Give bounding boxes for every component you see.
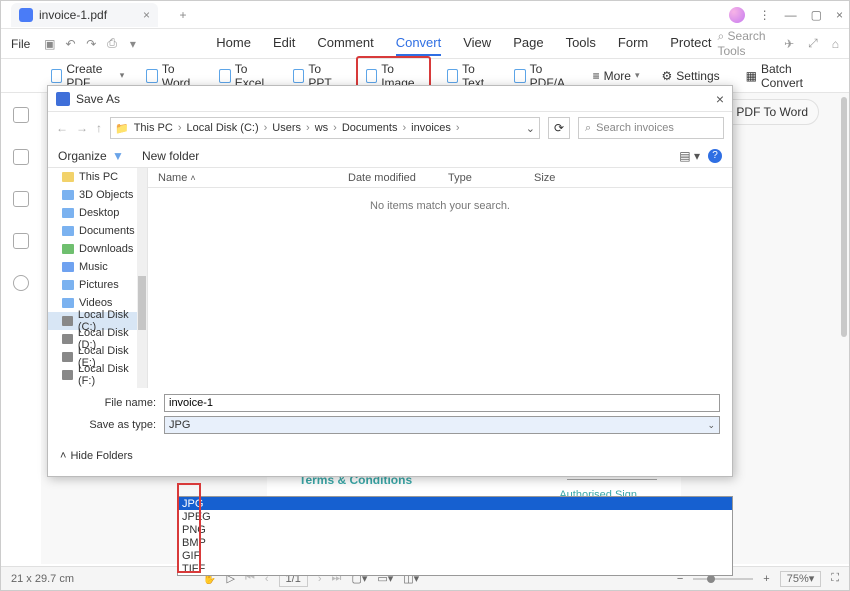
search-left-icon[interactable] bbox=[13, 275, 29, 291]
format-option[interactable]: TIFF bbox=[178, 562, 732, 575]
folder-tree[interactable]: This PC3D ObjectsDesktopDocumentsDownloa… bbox=[48, 168, 148, 388]
menu-bar: File ▣ ↶ ↷ ⎙ ▾ Home Edit Comment Convert Vie… bbox=[1, 29, 849, 59]
tab-form[interactable]: Form bbox=[618, 31, 648, 56]
tree-node[interactable]: Downloads bbox=[48, 240, 147, 258]
col-date: Date modified bbox=[338, 172, 438, 184]
saveastype-select[interactable]: JPG⌄ bbox=[164, 416, 720, 434]
path-seg[interactable]: Users bbox=[272, 122, 301, 134]
tree-node[interactable]: Local Disk (F:) bbox=[48, 366, 147, 384]
attachment-icon[interactable] bbox=[13, 233, 29, 249]
filename-label: File name: bbox=[88, 397, 156, 409]
tab-home[interactable]: Home bbox=[216, 31, 251, 56]
saveastype-label: Save as type: bbox=[88, 419, 156, 431]
more-button[interactable]: ≡ More▾ bbox=[587, 65, 646, 87]
tree-node[interactable]: This PC bbox=[48, 168, 147, 186]
dialog-title: Save As bbox=[76, 92, 120, 106]
tree-node[interactable]: Desktop bbox=[48, 204, 147, 222]
filename-input[interactable] bbox=[164, 394, 720, 412]
cloud-icon[interactable]: ⤢ bbox=[808, 36, 818, 51]
format-option[interactable]: BMP bbox=[178, 536, 732, 549]
dropdown-icon[interactable]: ▾ bbox=[125, 35, 140, 53]
dialog-close-button[interactable]: × bbox=[716, 91, 724, 107]
tab-protect[interactable]: Protect bbox=[670, 31, 711, 56]
tree-node[interactable]: 3D Objects bbox=[48, 186, 147, 204]
close-window-button[interactable]: × bbox=[836, 8, 843, 22]
pdf-doc-icon bbox=[19, 8, 33, 22]
minimize-button[interactable]: — bbox=[785, 8, 797, 22]
new-folder-button[interactable]: New folder bbox=[142, 149, 199, 163]
tab-comment[interactable]: Comment bbox=[317, 31, 373, 56]
left-sidebar bbox=[1, 93, 41, 563]
saveastype-dropdown[interactable]: JPGJPEGPNGBMPGIFTIFF bbox=[177, 496, 733, 576]
help-button[interactable]: ? bbox=[708, 149, 722, 163]
tab-tools[interactable]: Tools bbox=[566, 31, 596, 56]
close-tab-icon[interactable]: × bbox=[143, 8, 150, 22]
thumbnails-icon[interactable] bbox=[13, 107, 29, 123]
col-size: Size bbox=[524, 172, 584, 184]
path-seg[interactable]: Documents bbox=[342, 122, 398, 134]
kebab-icon[interactable]: ⋮ bbox=[759, 8, 771, 22]
organize-menu[interactable]: Organize ▼ bbox=[58, 149, 124, 163]
tree-scrollbar[interactable] bbox=[138, 276, 146, 330]
zoom-value[interactable]: 75% ▾ bbox=[780, 571, 822, 587]
batch-convert-button[interactable]: ▦ Batch Convert bbox=[740, 58, 809, 94]
redo-icon[interactable]: ↷ bbox=[84, 35, 99, 53]
search-field[interactable]: ⌕ Search invoices bbox=[578, 117, 724, 139]
profile-icon[interactable] bbox=[729, 7, 745, 23]
tab-convert[interactable]: Convert bbox=[396, 31, 442, 56]
dialog-icon bbox=[56, 92, 70, 106]
nav-up-icon[interactable]: ↑ bbox=[96, 121, 102, 135]
nav-fwd-icon[interactable]: → bbox=[76, 121, 88, 135]
home-icon[interactable]: ⌂ bbox=[832, 37, 839, 51]
zoom-slider[interactable] bbox=[693, 578, 753, 580]
save-icon[interactable]: ▣ bbox=[42, 35, 57, 53]
tree-node[interactable]: Documents bbox=[48, 222, 147, 240]
col-type: Type bbox=[438, 172, 524, 184]
document-tab[interactable]: invoice-1.pdf × bbox=[11, 3, 158, 27]
save-as-dialog: Save As × ← → ↑ 📁This PC›Local Disk (C:)… bbox=[47, 85, 733, 477]
main-tabs: Home Edit Comment Convert View Page Tools Form P… bbox=[216, 31, 711, 56]
file-menu[interactable]: File bbox=[11, 37, 30, 51]
comment-icon[interactable] bbox=[13, 191, 29, 207]
maximize-button[interactable]: ▢ bbox=[811, 8, 822, 22]
format-option[interactable]: JPEG bbox=[178, 510, 732, 523]
hide-folders-toggle[interactable]: ˄ Hide Folders bbox=[48, 444, 732, 468]
empty-message: No items match your search. bbox=[148, 200, 732, 212]
print-icon[interactable]: ⎙ bbox=[105, 35, 120, 53]
address-bar[interactable]: 📁This PC›Local Disk (C:)›Users›ws›Docume… bbox=[110, 117, 540, 139]
path-seg[interactable]: invoices bbox=[411, 122, 451, 134]
zoom-in-icon[interactable]: + bbox=[763, 573, 769, 585]
tab-page[interactable]: Page bbox=[513, 31, 543, 56]
path-seg[interactable]: This PC bbox=[134, 122, 173, 134]
column-headers[interactable]: Name ˄ Date modified Type Size bbox=[148, 168, 732, 188]
nav-back-icon[interactable]: ← bbox=[56, 121, 68, 135]
undo-icon[interactable]: ↶ bbox=[63, 35, 78, 53]
titlebar: invoice-1.pdf × + ⋮ — ▢ × bbox=[1, 1, 849, 29]
bookmark-icon[interactable] bbox=[13, 149, 29, 165]
search-tools[interactable]: ⌕ Search Tools bbox=[717, 29, 770, 58]
share-icon[interactable]: ✈ bbox=[784, 37, 794, 51]
format-option[interactable]: PNG bbox=[178, 523, 732, 536]
tree-node[interactable]: Music bbox=[48, 258, 147, 276]
format-option[interactable]: GIF bbox=[178, 549, 732, 562]
fullscreen-icon[interactable]: ⛶ bbox=[831, 572, 839, 585]
format-option[interactable]: JPG bbox=[178, 497, 732, 510]
tab-view[interactable]: View bbox=[463, 31, 491, 56]
tab-edit[interactable]: Edit bbox=[273, 31, 295, 56]
path-seg[interactable]: Local Disk (C:) bbox=[187, 122, 259, 134]
view-mode-button[interactable]: ▤ ▾ bbox=[679, 149, 700, 163]
col-name: Name ˄ bbox=[148, 172, 338, 184]
path-seg[interactable]: ws bbox=[315, 122, 328, 134]
tree-node[interactable]: Pictures bbox=[48, 276, 147, 294]
vertical-scrollbar[interactable] bbox=[837, 97, 847, 564]
page-dimensions: 21 x 29.7 cm bbox=[11, 573, 74, 585]
refresh-button[interactable]: ⟳ bbox=[548, 117, 570, 139]
settings-button[interactable]: ⚙ Settings bbox=[656, 65, 726, 87]
tab-title: invoice-1.pdf bbox=[39, 8, 107, 22]
new-tab-button[interactable]: + bbox=[174, 6, 192, 24]
